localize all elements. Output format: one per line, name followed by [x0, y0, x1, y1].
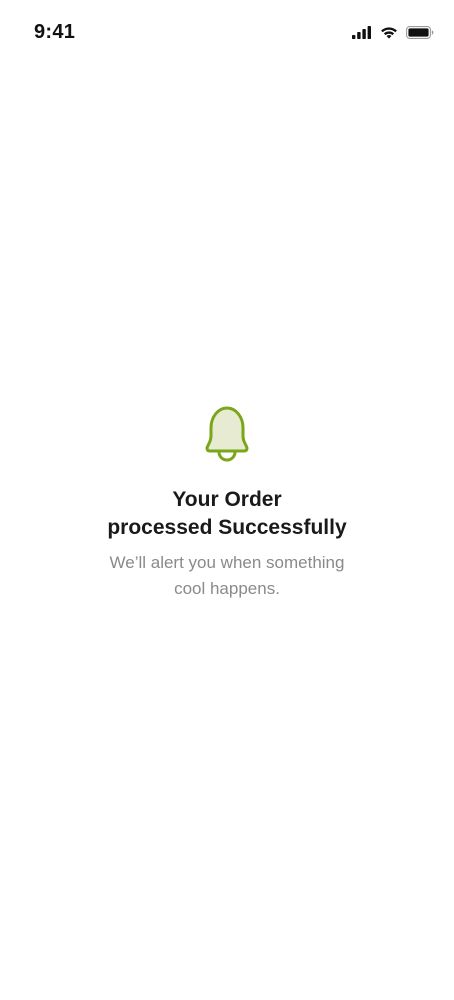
- wifi-icon: [381, 26, 397, 39]
- success-title: Your Order processed Successfully: [67, 486, 387, 542]
- battery-icon: [406, 25, 434, 39]
- status-icons: [352, 24, 434, 40]
- status-time: 9:41: [34, 21, 76, 43]
- cellular-signal-icon: [352, 25, 371, 39]
- success-title-line-1: Your Order: [172, 488, 282, 511]
- success-subtitle-line-2: cool happens.: [174, 579, 280, 598]
- status-bar: 9:41: [0, 0, 454, 64]
- bell-icon: [205, 406, 249, 462]
- success-subtitle: We’ll alert you when something cool happ…: [67, 550, 387, 602]
- success-message: Your Order processed Successfully We’ll …: [0, 404, 454, 602]
- success-subtitle-line-1: We’ll alert you when something: [109, 553, 345, 572]
- order-success-screen: 9:41 Your Order processed Successfully W…: [0, 0, 454, 1000]
- success-title-line-2: processed Successfully: [107, 516, 347, 539]
